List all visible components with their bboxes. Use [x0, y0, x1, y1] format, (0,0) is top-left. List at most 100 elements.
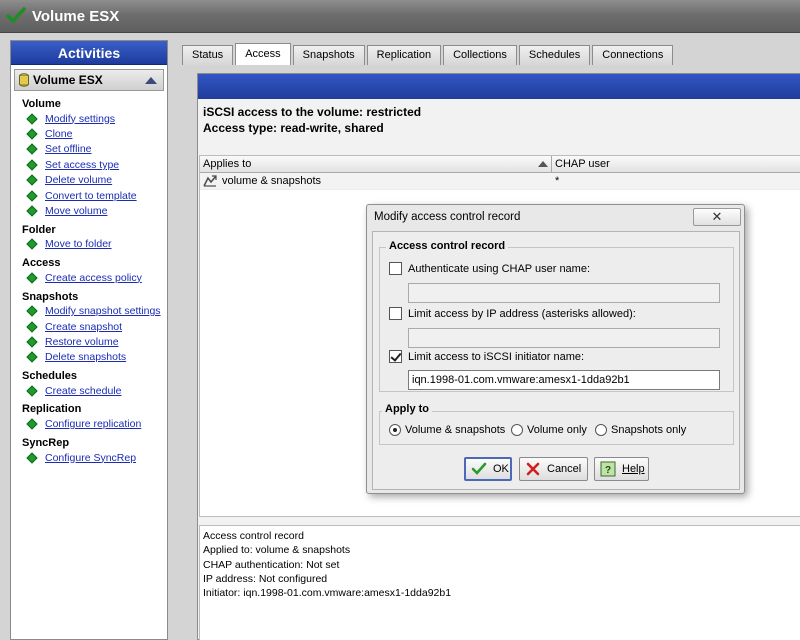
- ip-label: Limit access by IP address (asterisks al…: [408, 307, 636, 320]
- access-status-line: iSCSI access to the volume: restricted: [203, 105, 422, 119]
- activity-link[interactable]: Set access type: [45, 159, 119, 171]
- access-type-line: Access type: read-write, shared: [203, 121, 384, 135]
- green-diamond-icon: [26, 336, 38, 348]
- activity-link[interactable]: Modify settings: [45, 113, 115, 125]
- activity-item-restore-volume[interactable]: Restore volume: [11, 334, 167, 349]
- activity-link[interactable]: Configure replication: [45, 418, 141, 430]
- detail-line: IP address: Not configured: [203, 572, 328, 585]
- green-diamond-icon: [26, 272, 38, 284]
- ip-checkbox-row[interactable]: Limit access by IP address (asterisks al…: [389, 307, 636, 320]
- activity-link[interactable]: Delete volume: [45, 174, 112, 186]
- cancel-button[interactable]: Cancel: [519, 457, 588, 481]
- modify-access-dialog: Modify access control record ✕ Access co…: [366, 204, 745, 494]
- tab-replication[interactable]: Replication: [366, 45, 442, 65]
- ip-checkbox[interactable]: [389, 307, 402, 320]
- tab-access[interactable]: Access: [235, 43, 291, 65]
- access-record-icon: [203, 175, 217, 187]
- dialog-close-button[interactable]: ✕: [693, 208, 741, 226]
- activity-link[interactable]: Convert to template: [45, 190, 137, 202]
- chap-label: Authenticate using CHAP user name:: [408, 262, 591, 275]
- activity-link[interactable]: Create access policy: [45, 272, 142, 284]
- activity-item-delete-volume[interactable]: Delete volume: [11, 173, 167, 188]
- iscsi-checkbox[interactable]: [389, 350, 402, 363]
- chap-checkbox-row[interactable]: Authenticate using CHAP user name:: [389, 262, 590, 275]
- activity-link[interactable]: Delete snapshots: [45, 351, 126, 363]
- iscsi-checkbox-row[interactable]: Limit access to iSCSI initiator name:: [389, 350, 584, 363]
- activity-item-convert-to-template[interactable]: Convert to template: [11, 188, 167, 203]
- activity-group-volume: Volume: [22, 98, 61, 110]
- cancel-x-icon: [526, 462, 540, 476]
- activity-item-configure-syncrep[interactable]: Configure SyncRep: [11, 450, 167, 465]
- detail-line: CHAP authentication: Not set: [203, 558, 340, 571]
- activity-item-create-schedule[interactable]: Create schedule: [11, 383, 167, 398]
- apply-to-legend: Apply to: [382, 403, 432, 415]
- tab-collections[interactable]: Collections: [443, 45, 517, 65]
- column-header-applies-to[interactable]: Applies to: [200, 156, 552, 172]
- help-button[interactable]: ? Help: [594, 457, 649, 481]
- checkmark-icon: [6, 7, 26, 23]
- chap-checkbox[interactable]: [389, 262, 402, 275]
- green-diamond-icon: [26, 320, 38, 333]
- radio-volume-snapshots[interactable]: Volume & snapshots: [389, 424, 505, 436]
- collapse-triangle-icon[interactable]: [145, 76, 157, 84]
- green-diamond-icon: [26, 351, 38, 364]
- radio-button[interactable]: [595, 424, 607, 436]
- window-titlebar: Volume ESX: [0, 0, 800, 33]
- activity-item-clone[interactable]: Clone: [11, 126, 167, 141]
- activity-item-delete-snapshots[interactable]: Delete snapshots: [11, 350, 167, 365]
- activity-item-set-offline[interactable]: Set offline: [11, 142, 167, 157]
- detail-line: Applied to: volume & snapshots: [203, 544, 351, 557]
- volume-section-header[interactable]: Volume ESX: [14, 69, 164, 91]
- tab-schedules[interactable]: Schedules: [518, 45, 591, 65]
- activity-item-modify-snapshot-settings[interactable]: Modify snapshot settings: [11, 304, 167, 319]
- iscsi-initiator-field[interactable]: iqn.1998-01.com.vmware:amesx1-1dda92b1: [408, 370, 720, 390]
- activity-item-set-access-type[interactable]: Set access type: [11, 157, 167, 172]
- green-diamond-icon: [26, 113, 38, 125]
- activity-link[interactable]: Move volume: [45, 205, 107, 217]
- acr-legend: Access control record: [386, 240, 509, 252]
- dialog-body: Access control record Authenticate using…: [372, 231, 740, 490]
- ok-check-icon: [471, 462, 487, 475]
- tab-bar: Status Access Snapshots Replication Collecti…: [182, 43, 675, 65]
- activity-link[interactable]: Configure SyncRep: [45, 452, 136, 464]
- tab-status[interactable]: Status: [182, 45, 234, 65]
- radio-button[interactable]: [389, 424, 401, 436]
- window-title: Volume ESX: [32, 7, 120, 25]
- ok-button[interactable]: OK: [464, 457, 512, 481]
- activity-link[interactable]: Create snapshot: [45, 321, 122, 333]
- activity-link[interactable]: Restore volume: [45, 336, 119, 348]
- activity-link[interactable]: Create schedule: [45, 385, 121, 397]
- radio-button[interactable]: [511, 424, 523, 436]
- activity-item-create-snapshot[interactable]: Create snapshot: [11, 319, 167, 334]
- tab-snapshots[interactable]: Snapshots: [292, 45, 365, 65]
- green-diamond-icon: [26, 189, 38, 202]
- activity-link[interactable]: Modify snapshot settings: [45, 305, 161, 317]
- table-row[interactable]: volume & snapshots *: [200, 173, 800, 190]
- activity-item-create-access-policy[interactable]: Create access policy: [11, 270, 167, 285]
- green-diamond-icon: [26, 205, 38, 217]
- tab-connections[interactable]: Connections: [592, 45, 674, 65]
- chap-user-field[interactable]: [408, 283, 720, 303]
- activity-groups: Volume Modify settings Clone Set offline Set…: [11, 97, 167, 465]
- acr-fieldset: Access control record Authenticate using…: [379, 240, 734, 392]
- ip-address-field[interactable]: [408, 328, 720, 348]
- green-diamond-icon: [26, 143, 38, 156]
- activity-item-modify-settings[interactable]: Modify settings: [11, 111, 167, 126]
- detail-line: Initiator: iqn.1998-01.com.vmware:amesx1…: [203, 587, 452, 600]
- help-icon: ?: [600, 461, 616, 477]
- activity-link[interactable]: Clone: [45, 128, 72, 140]
- green-diamond-icon: [26, 128, 38, 140]
- radio-snapshots-only[interactable]: Snapshots only: [595, 424, 686, 436]
- column-header-chap-user[interactable]: CHAP user: [552, 156, 800, 172]
- row-applies-to: volume & snapshots: [222, 174, 322, 187]
- activity-link[interactable]: Set offline: [45, 143, 92, 155]
- radio-volume-only[interactable]: Volume only: [511, 424, 587, 436]
- apply-to-fieldset: Apply to Volume & snapshots Volume only …: [379, 403, 734, 445]
- record-details: Access control record Applied to: volume …: [199, 525, 800, 640]
- activity-link[interactable]: Move to folder: [45, 238, 112, 250]
- activity-item-move-to-folder[interactable]: Move to folder: [11, 237, 167, 252]
- iscsi-label: Limit access to iSCSI initiator name:: [408, 350, 585, 363]
- activity-group-replication: Replication: [22, 403, 82, 416]
- activity-item-configure-replication[interactable]: Configure replication: [11, 416, 167, 431]
- activity-item-move-volume[interactable]: Move volume: [11, 203, 167, 218]
